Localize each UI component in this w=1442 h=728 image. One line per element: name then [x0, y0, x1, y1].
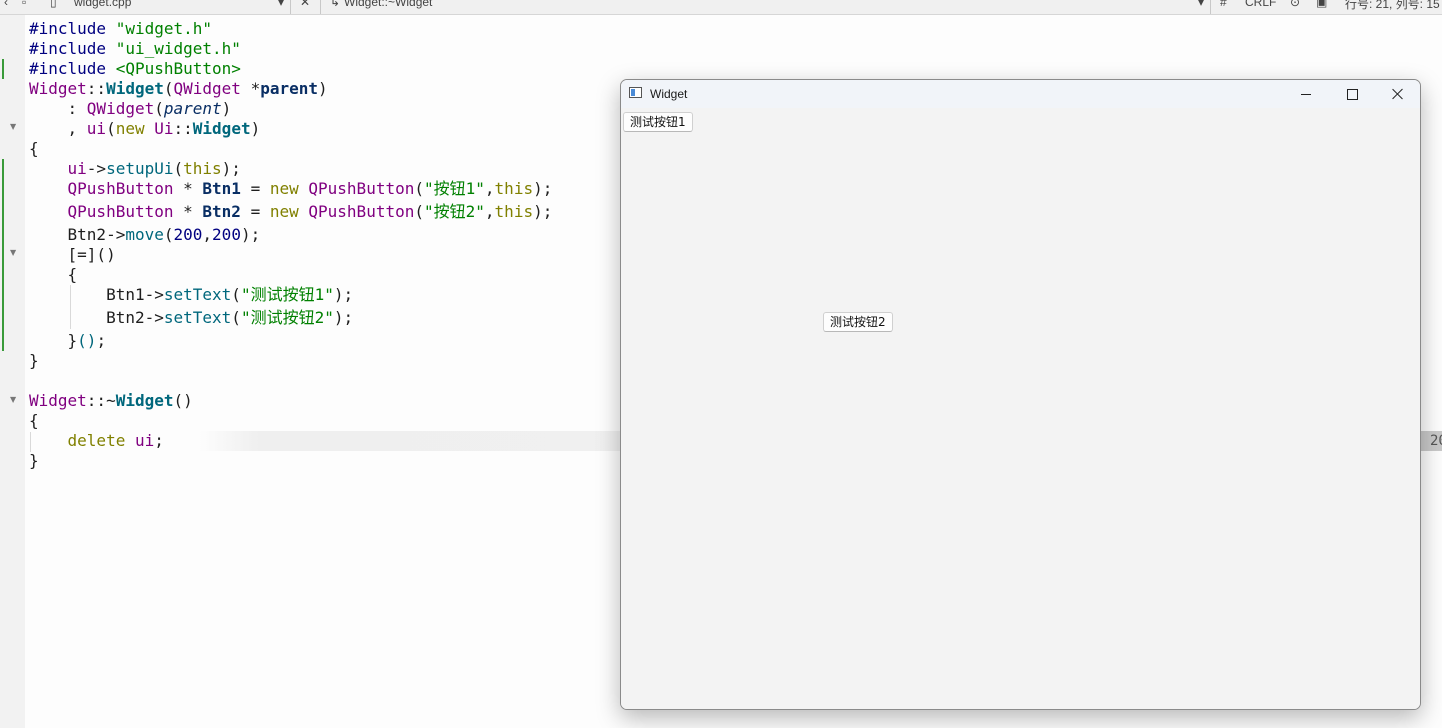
code-line: { [29, 265, 78, 284]
change-marker [2, 59, 4, 79]
test-button-2[interactable]: 测试按钮2 [823, 312, 893, 332]
lock-icon: ▫ [22, 0, 27, 9]
code-line: [=]() [29, 245, 116, 264]
widget-window: Widget 测试按钮1 测试按钮2 [620, 79, 1421, 710]
file-tab-label[interactable]: widget.cpp [74, 0, 131, 9]
fold-arrow-icon[interactable]: ▼ [10, 248, 16, 257]
code-line: Btn2->setText("测试按钮2"); [29, 308, 354, 327]
close-button[interactable] [1375, 80, 1420, 108]
file-icon: ▯ [50, 0, 57, 9]
code-line: } [29, 451, 39, 470]
code-line: #include "widget.h" [29, 19, 213, 38]
code-line: { [29, 139, 39, 158]
window-titlebar[interactable]: Widget [621, 80, 1420, 108]
code-line: Widget::~Widget() [29, 391, 193, 410]
code-line: #include <QPushButton> [29, 59, 241, 78]
close-file-icon[interactable]: ✕ [300, 0, 310, 9]
code-line: } [29, 351, 39, 370]
toolbar-divider [290, 0, 291, 14]
change-marker [2, 159, 4, 351]
symbol-dropdown-icon[interactable]: ▾ [1198, 0, 1204, 9]
split-icon[interactable]: ▣ [1316, 0, 1327, 9]
minimize-icon [1301, 93, 1311, 95]
code-line: { [29, 411, 39, 430]
app-icon [629, 87, 642, 98]
file-dropdown-icon[interactable]: ▾ [278, 0, 284, 9]
hash-label: # [1220, 0, 1227, 9]
symbol-icon: ↳ [330, 0, 341, 9]
window-title: Widget [650, 87, 688, 101]
minimize-button[interactable] [1283, 80, 1329, 108]
fold-arrow-icon[interactable]: ▼ [10, 122, 16, 131]
code-line: Btn2->move(200,200); [29, 225, 261, 244]
nav-back-icon[interactable]: ‹ [4, 0, 8, 9]
maximize-icon [1346, 88, 1358, 100]
cursor-position: 行号: 21, 列号: 15 [1345, 0, 1440, 11]
symbol-selector[interactable]: Widget::~Widget [344, 0, 432, 9]
code-line: }(); [29, 331, 107, 350]
window-client-area: 测试按钮1 测试按钮2 [621, 108, 1420, 709]
code-line: Widget::Widget(QWidget *parent) [29, 79, 328, 98]
line-ending-selector[interactable]: CRLF [1245, 0, 1276, 9]
code-line: #include "ui_widget.h" [29, 39, 241, 58]
fold-arrow-icon[interactable]: ▼ [10, 395, 16, 404]
toolbar-divider [1210, 0, 1211, 14]
link-icon[interactable]: ⊙ [1290, 0, 1300, 9]
editor-toolbar: ‹ ▫ ▯ widget.cpp ▾ ✕ ↳ Widget::~Widget ▾… [0, 0, 1442, 15]
code-line: QPushButton * Btn2 = new QPushButton("按钮… [67, 202, 553, 221]
code-line: , ui(new Ui::Widget) [29, 119, 261, 138]
close-icon [1392, 88, 1404, 100]
maximize-button[interactable] [1329, 80, 1375, 108]
test-button-1[interactable]: 测试按钮1 [623, 112, 693, 132]
editor-gutter: ▼ ▼ ▼ [0, 15, 25, 728]
code-line: Btn1->setText("测试按钮1"); [29, 285, 354, 304]
code-line: : QWidget(parent) [29, 99, 232, 118]
toolbar-divider [320, 0, 321, 14]
code-line: QPushButton * Btn1 = new QPushButton("按钮… [67, 179, 553, 198]
code-line: delete ui; [67, 431, 164, 450]
code-line: ui->setupUi(this); [67, 159, 241, 178]
